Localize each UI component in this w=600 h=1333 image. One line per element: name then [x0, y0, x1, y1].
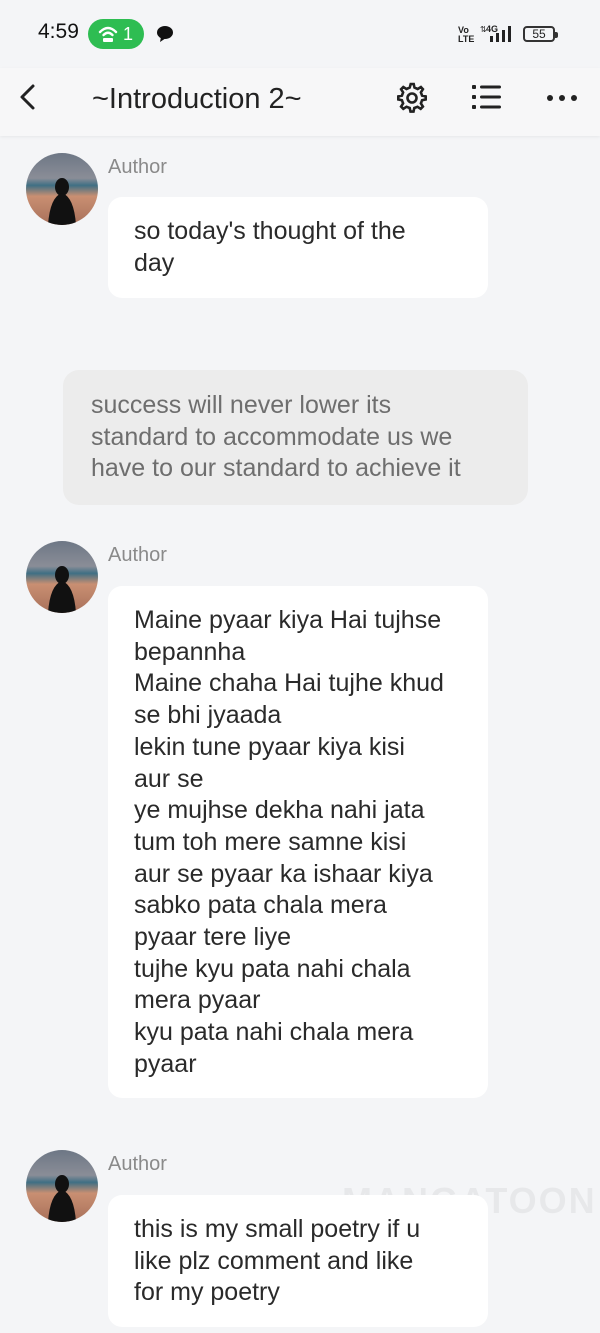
author-avatar[interactable]: [26, 1150, 98, 1222]
status-time: 4:59: [38, 20, 79, 43]
narration-bubble: success will never lower its standard to…: [63, 370, 528, 505]
message-line: ye mujhse dekha nahi jata: [134, 796, 425, 825]
author-avatar[interactable]: [26, 153, 98, 225]
avatar-image: [26, 1150, 98, 1222]
message-line: se bhi jyaada: [134, 701, 282, 730]
message-line: like plz comment and like: [134, 1246, 414, 1275]
battery-indicator: 55: [523, 26, 558, 42]
list-icon[interactable]: [472, 84, 502, 110]
more-options-icon[interactable]: [546, 94, 578, 102]
message-line: bepannha: [134, 637, 246, 666]
message-line: tujhe kyu pata nahi chala: [134, 954, 411, 983]
message-line: aur se pyaar ka ishaar kiya: [134, 859, 433, 888]
message-line: mera pyaar: [134, 986, 261, 1015]
hotspot-count: 1: [123, 24, 134, 44]
status-bar: 4:59 1 Vo LTE 4G ⇅ 55: [0, 0, 600, 68]
hotspot-indicator: 1: [88, 19, 144, 49]
message-line: pyaar: [134, 1049, 197, 1078]
message-line: this is my small poetry if u: [134, 1215, 421, 1243]
message-bubble: this is my small poetry if u like plz co…: [108, 1195, 488, 1327]
narration-line: standard to accommodate us we: [91, 422, 453, 451]
message-bubble: so today's thought of the day: [108, 197, 488, 298]
svg-text:⇅: ⇅: [480, 25, 487, 34]
author-avatar[interactable]: [26, 541, 98, 613]
message-line: aur se: [134, 764, 204, 793]
message-line: so today's thought of the: [134, 217, 406, 245]
avatar-image: [26, 541, 98, 613]
message-line: day: [134, 248, 175, 277]
back-arrow-icon[interactable]: [14, 82, 44, 112]
gear-icon[interactable]: [396, 82, 428, 114]
chat-notification-icon: [157, 26, 173, 42]
message-line: lekin tune pyaar kiya kisi: [134, 732, 405, 761]
message-line: for my poetry: [134, 1278, 280, 1307]
message-line: pyaar tere liye: [134, 923, 292, 952]
message-line: Maine pyaar kiya Hai tujhse: [134, 606, 442, 634]
narration-line: success will never lower its: [91, 391, 392, 419]
message-bubble: Maine pyaar kiya Hai tujhse bepannha Mai…: [108, 586, 488, 1098]
svg-text:4G: 4G: [486, 24, 498, 34]
message-line: tum toh mere samne kisi: [134, 827, 407, 856]
author-name: Author: [108, 544, 167, 566]
author-name: Author: [108, 156, 167, 178]
signal-strength-icon: 4G ⇅: [480, 24, 511, 42]
volte-label: Vo LTE: [458, 25, 475, 44]
author-name: Author: [108, 1153, 167, 1175]
narration-line: have to our standard to achieve it: [91, 454, 461, 483]
hotspot-icon: [98, 26, 118, 42]
message-line: Maine chaha Hai tujhe khud: [134, 669, 444, 698]
message-line: sabko pata chala mera: [134, 891, 387, 920]
page-title: ~Introduction 2~: [92, 83, 302, 115]
reader-header: ~Introduction 2~: [0, 68, 600, 136]
message-line: kyu pata nahi chala mera: [134, 1018, 414, 1047]
avatar-image: [26, 153, 98, 225]
